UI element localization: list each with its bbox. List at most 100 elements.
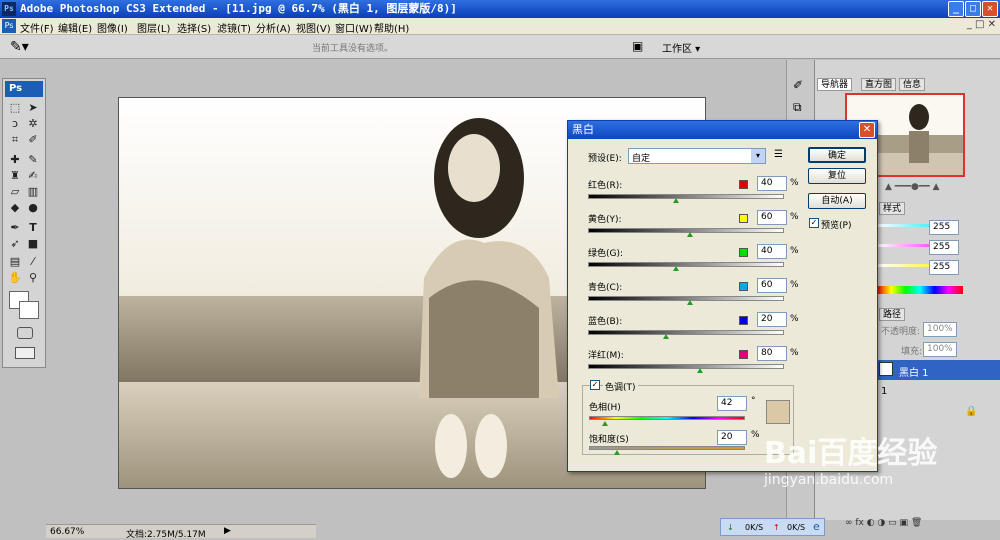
- layer-row-2[interactable]: 1: [881, 386, 887, 397]
- maximize-icon[interactable]: □: [965, 1, 981, 17]
- tab-styles[interactable]: 样式: [879, 202, 906, 215]
- channel-value[interactable]: 60: [757, 278, 787, 293]
- eraser-tool-icon[interactable]: ▱: [7, 185, 23, 199]
- preview-checkbox[interactable]: ✓: [809, 218, 819, 228]
- channel-slider-track[interactable]: [588, 194, 784, 199]
- color-value-g[interactable]: 255: [929, 240, 959, 255]
- channel-value[interactable]: 40: [757, 244, 787, 259]
- color-value-r[interactable]: 255: [929, 220, 959, 235]
- tab-navigator[interactable]: 导航器: [817, 78, 853, 91]
- channel-value[interactable]: 60: [757, 210, 787, 225]
- brush-tool-icon[interactable]: ✎: [25, 153, 41, 167]
- gradient-tool-icon[interactable]: ▥: [25, 185, 41, 199]
- doc-window-controls[interactable]: _ □ ✕: [967, 19, 996, 30]
- channel-slider-thumb[interactable]: [673, 266, 679, 271]
- dialog-close-icon[interactable]: ✕: [859, 122, 875, 138]
- channel-slider-thumb[interactable]: [687, 232, 693, 237]
- hue-slider-track[interactable]: [589, 416, 745, 420]
- tab-info[interactable]: 信息: [899, 78, 926, 91]
- channel-value[interactable]: 80: [757, 346, 787, 361]
- history-brush-icon[interactable]: ✍: [25, 169, 41, 183]
- opacity-field[interactable]: 100%: [923, 322, 957, 337]
- chevron-down-icon[interactable]: ▾: [751, 149, 765, 163]
- hue-label: 色相(H): [589, 403, 621, 413]
- channel-slider-track[interactable]: [588, 262, 784, 267]
- close-icon[interactable]: ✕: [982, 1, 998, 17]
- healing-brush-icon[interactable]: ✚: [7, 153, 23, 167]
- blur-tool-icon[interactable]: ◆: [7, 201, 23, 215]
- layer-row-selected[interactable]: 黑白 1: [877, 360, 1000, 380]
- slice-tool-icon[interactable]: ✐: [25, 133, 41, 147]
- move-tool-icon[interactable]: ➤: [25, 101, 41, 115]
- menu-select[interactable]: 选择(S): [177, 20, 211, 35]
- status-menu-arrow-icon[interactable]: ▶: [224, 526, 231, 536]
- auto-button[interactable]: 自动(A): [808, 193, 866, 209]
- shape-tool-icon[interactable]: ■: [25, 237, 41, 251]
- tint-color-swatch[interactable]: [766, 400, 790, 424]
- menu-file[interactable]: 文件(F): [20, 20, 54, 35]
- pen-tool-icon[interactable]: ✒: [7, 221, 23, 235]
- menu-image[interactable]: 图像(I): [97, 20, 128, 35]
- menu-layer[interactable]: 图层(L): [137, 20, 170, 35]
- menu-window[interactable]: 窗口(W): [335, 20, 373, 35]
- channel-value[interactable]: 20: [757, 312, 787, 327]
- stamp-tool-icon[interactable]: ♜: [7, 169, 23, 183]
- ok-button[interactable]: 确定: [808, 147, 866, 163]
- clone-source-icon[interactable]: ⧉: [793, 100, 802, 115]
- color-ramp[interactable]: [877, 286, 963, 294]
- saturation-value[interactable]: 20: [717, 430, 747, 445]
- hand-tool-icon[interactable]: ✋: [7, 271, 23, 285]
- minimize-icon[interactable]: _: [948, 1, 964, 17]
- color-value-b[interactable]: 255: [929, 260, 959, 275]
- lasso-tool-icon[interactable]: ↄ: [7, 117, 23, 131]
- type-tool-icon[interactable]: T: [25, 221, 41, 235]
- background-color-swatch[interactable]: [19, 301, 39, 319]
- tab-paths[interactable]: 路径: [879, 308, 906, 321]
- crop-tool-icon[interactable]: ⌗: [7, 133, 23, 147]
- tint-checkbox[interactable]: ✓: [590, 380, 600, 390]
- channel-value[interactable]: 40: [757, 176, 787, 191]
- tab-histogram[interactable]: 直方图: [861, 78, 897, 91]
- channel-slider-thumb[interactable]: [673, 198, 679, 203]
- layer-name[interactable]: 黑白 1: [899, 364, 929, 379]
- preset-select[interactable]: 自定 ▾: [628, 148, 766, 164]
- magic-wand-icon[interactable]: ✲: [25, 117, 41, 131]
- channel-slider-track[interactable]: [588, 330, 784, 335]
- hue-slider-thumb[interactable]: [602, 421, 608, 426]
- menu-help[interactable]: 帮助(H): [374, 20, 409, 35]
- marquee-tool-icon[interactable]: ⬚: [7, 101, 23, 115]
- navigator-zoom-slider[interactable]: ▲ ━━━●━━ ▲: [885, 182, 940, 192]
- menu-view[interactable]: 视图(V): [296, 20, 331, 35]
- menu-filter[interactable]: 滤镜(T): [217, 20, 251, 35]
- brush-panel-icon[interactable]: ✐: [793, 78, 803, 92]
- notes-tool-icon[interactable]: ▤: [7, 255, 23, 269]
- channel-slider-thumb[interactable]: [663, 334, 669, 339]
- menu-analysis[interactable]: 分析(A): [256, 20, 291, 35]
- screen-mode-icon[interactable]: [15, 347, 35, 359]
- preset-options-icon[interactable]: ☰: [774, 149, 783, 160]
- channel-slider-track[interactable]: [588, 364, 784, 369]
- bridge-icon[interactable]: ▣: [632, 39, 643, 53]
- fill-field[interactable]: 100%: [923, 342, 957, 357]
- channel-slider-thumb[interactable]: [697, 368, 703, 373]
- hue-value[interactable]: 42: [717, 396, 747, 411]
- dodge-tool-icon[interactable]: ●: [25, 201, 41, 215]
- percent-unit: %: [790, 178, 799, 188]
- saturation-slider-thumb[interactable]: [614, 450, 620, 455]
- reset-button[interactable]: 复位: [808, 168, 866, 184]
- preview-label: 预览(P): [821, 221, 852, 231]
- workspace-menu[interactable]: 工作区 ▾: [662, 40, 700, 55]
- quick-mask-icon[interactable]: [17, 327, 33, 339]
- upload-speed: 0K/S: [787, 523, 806, 532]
- eyedropper-tool-icon[interactable]: ⁄: [25, 255, 41, 269]
- channel-slider-thumb[interactable]: [687, 300, 693, 305]
- tint-label: 色调(T): [603, 380, 638, 393]
- menu-edit[interactable]: 编辑(E): [58, 20, 92, 35]
- channel-slider-track[interactable]: [588, 296, 784, 301]
- channel-slider-track[interactable]: [588, 228, 784, 233]
- zoom-level[interactable]: 66.67%: [50, 527, 84, 537]
- saturation-slider-track[interactable]: [589, 446, 745, 450]
- zoom-tool-icon[interactable]: ⚲: [25, 271, 41, 285]
- path-select-icon[interactable]: ➶: [7, 237, 23, 251]
- eyedropper-icon[interactable]: ✎▾: [10, 39, 29, 55]
